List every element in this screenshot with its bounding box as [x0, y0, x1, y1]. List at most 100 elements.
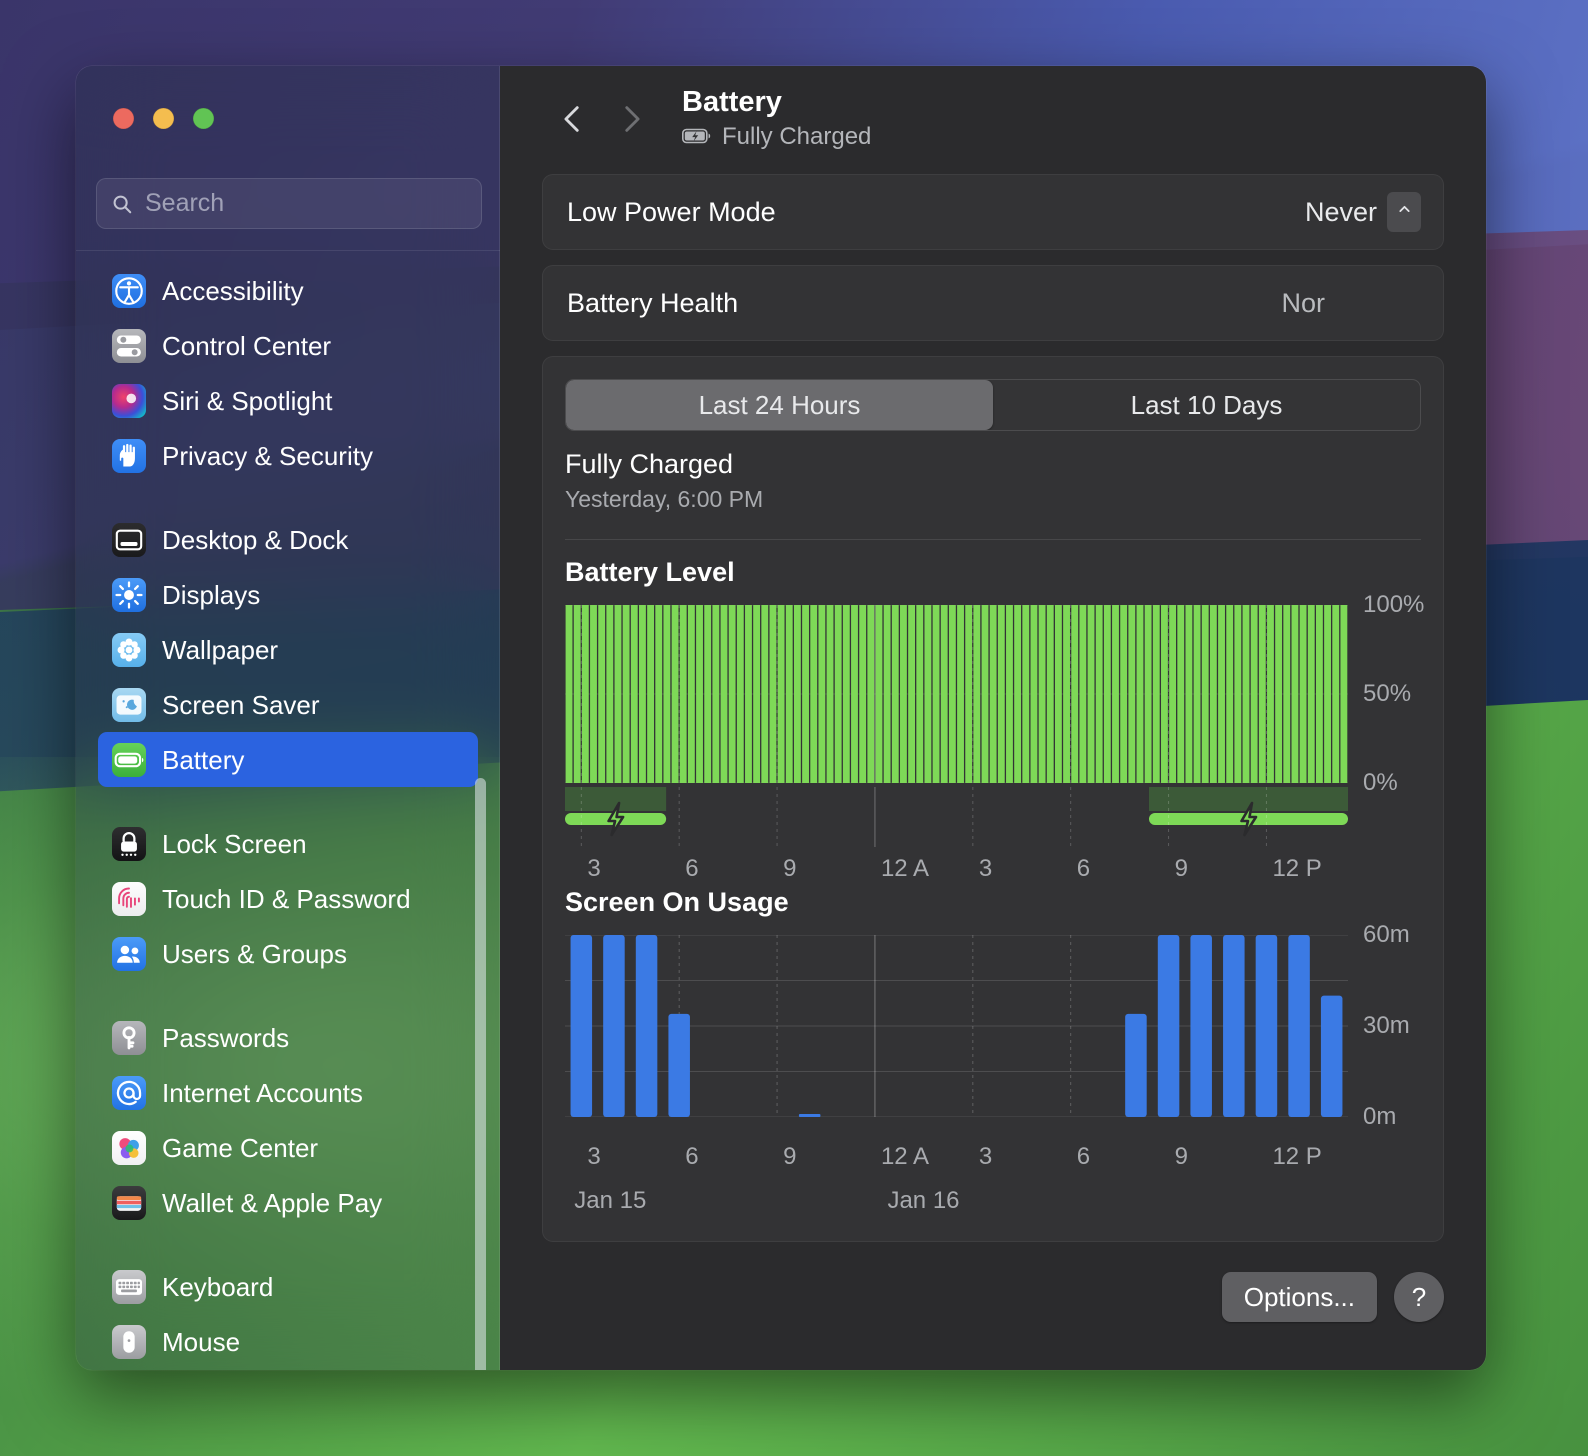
usage-range-segmented-control[interactable]: Last 24 Hours Last 10 Days [565, 379, 1421, 431]
sidebar-item-desktop-dock[interactable]: Desktop & Dock [98, 512, 478, 567]
battery-status-text: Fully Charged [722, 123, 871, 151]
screen-on-usage-svg [565, 935, 1348, 1117]
battery-usage-card: Last 24 Hours Last 10 Days Fully Charged… [542, 356, 1444, 1242]
x-axis-tick-label: 6 [685, 855, 698, 883]
sidebar-item-accessibility[interactable]: Accessibility [98, 263, 478, 318]
options-button[interactable]: Options... [1222, 1272, 1377, 1322]
sidebar-item-screen-saver[interactable]: Screen Saver [98, 677, 478, 732]
x-axis-tick-label: 3 [979, 855, 992, 883]
sidebar-item-label: Battery [162, 747, 244, 773]
battery-level-y-tick: 0% [1363, 769, 1398, 797]
x-axis-tick-label: 12 A [881, 855, 929, 883]
sidebar-item-label: Displays [162, 582, 260, 608]
chevron-updown-icon[interactable] [1387, 192, 1421, 232]
battery-charging-strip [565, 787, 1348, 847]
page-title: Battery [682, 86, 871, 119]
battery-health-row[interactable]: Battery Health Nor [543, 266, 1443, 340]
x-axis-tick-label: 6 [685, 1143, 698, 1171]
battery-level-y-tick: 100% [1363, 591, 1424, 619]
close-button[interactable] [113, 108, 134, 129]
mouse-icon [112, 1325, 146, 1359]
window-controls [113, 108, 214, 129]
battery-charging-icon [682, 123, 712, 151]
sidebar-item-passwords[interactable]: Passwords [98, 1010, 478, 1065]
sidebar-item-game-center[interactable]: Game Center [98, 1120, 478, 1175]
sidebar-item-label: Passwords [162, 1025, 289, 1051]
sidebar-item-label: Privacy & Security [162, 443, 373, 469]
accessibility-icon [112, 274, 146, 308]
page-title-group: Battery Fully Charged [682, 86, 871, 151]
forward-button[interactable] [602, 90, 660, 148]
sidebar-item-mouse[interactable]: Mouse [98, 1314, 478, 1369]
sidebar-item-siri-spotlight[interactable]: Siri & Spotlight [98, 373, 478, 428]
low-power-mode-value: Never [1305, 197, 1377, 228]
screen-on-usage-y-tick: 0m [1363, 1103, 1396, 1131]
x-axis-tick-label: 6 [1077, 1143, 1090, 1171]
sidebar-item-label: Internet Accounts [162, 1080, 363, 1106]
passwords-key-icon [112, 1021, 146, 1055]
sidebar-item-control-center[interactable]: Control Center [98, 318, 478, 373]
desktop-dock-icon [112, 523, 146, 557]
sidebar-item-label: Game Center [162, 1135, 318, 1161]
minimize-button[interactable] [153, 108, 174, 129]
sidebar-item-users-groups[interactable]: Users & Groups [98, 926, 478, 981]
zoom-button[interactable] [193, 108, 214, 129]
sidebar-item-privacy-security[interactable]: Privacy & Security [98, 428, 478, 483]
sidebar-item-lock-screen[interactable]: Lock Screen [98, 816, 478, 871]
sidebar-item-label: Lock Screen [162, 831, 307, 857]
sidebar-item-label: Control Center [162, 333, 331, 359]
battery-level-chart-plot [565, 605, 1348, 783]
low-power-mode-row[interactable]: Low Power Mode Never [543, 175, 1443, 249]
battery-health-card: Battery Health Nor [542, 265, 1444, 341]
screen-on-usage-y-axis: 0m30m60m [1363, 935, 1483, 1117]
sidebar-item-battery[interactable]: Battery [98, 732, 478, 787]
detail-header: Battery Fully Charged [500, 66, 1486, 171]
chart-date-label: Jan 16 [887, 1187, 959, 1215]
sidebar-group-gap [98, 981, 478, 1010]
tab-last-24-hours[interactable]: Last 24 Hours [566, 380, 993, 430]
sidebar-item-label: Wallpaper [162, 637, 278, 663]
sidebar-item-internet-accounts[interactable]: Internet Accounts [98, 1065, 478, 1120]
help-button[interactable]: ? [1394, 1272, 1444, 1322]
sidebar-item-touch-id-password[interactable]: Touch ID & Password [98, 871, 478, 926]
x-axis-tick-label: 9 [1175, 855, 1188, 883]
lock-screen-icon [112, 827, 146, 861]
x-axis-tick-label: 12 P [1272, 1143, 1321, 1171]
back-button[interactable] [544, 90, 602, 148]
low-power-mode-value-group[interactable]: Never [1305, 192, 1421, 232]
sidebar-nav: Accessibility Control Center Siri & Spotli… [76, 251, 500, 1370]
sidebar-item-label: Users & Groups [162, 941, 347, 967]
battery-health-value-group: Nor [1281, 288, 1421, 319]
sidebar-item-trackpad[interactable]: Trackpad [98, 1369, 478, 1370]
sidebar-item-wallet-apple-pay[interactable]: Wallet & Apple Pay [98, 1175, 478, 1230]
sidebar-list: Accessibility Control Center Siri & Spotli… [98, 263, 478, 1370]
x-axis-tick-label: 12 P [1272, 855, 1321, 883]
x-axis-tick-label: 3 [587, 1143, 600, 1171]
x-axis-tick-label: 3 [587, 855, 600, 883]
sidebar-item-displays[interactable]: Displays [98, 567, 478, 622]
users-groups-icon [112, 937, 146, 971]
x-axis-tick-label: 6 [1077, 855, 1090, 883]
sidebar-item-keyboard[interactable]: Keyboard [98, 1259, 478, 1314]
chart-date-labels: Jan 15Jan 16 [565, 1187, 1348, 1221]
sidebar-item-wallpaper[interactable]: Wallpaper [98, 622, 478, 677]
control-center-icon [112, 329, 146, 363]
sidebar: Accessibility Control Center Siri & Spotli… [76, 66, 500, 1370]
privacy-hand-icon [112, 439, 146, 473]
wallpaper-flower-icon [112, 633, 146, 667]
sidebar-group-gap [98, 787, 478, 816]
displays-brightness-icon [112, 578, 146, 612]
search-input[interactable] [145, 189, 467, 218]
screen-saver-icon [112, 688, 146, 722]
siri-icon [112, 384, 146, 418]
fully-charged-title: Fully Charged [565, 449, 763, 480]
internet-accounts-at-icon [112, 1076, 146, 1110]
low-power-mode-card: Low Power Mode Never [542, 174, 1444, 250]
sidebar-item-label: Siri & Spotlight [162, 388, 333, 414]
screen-on-usage-chart-title: Screen On Usage [565, 887, 789, 918]
wallet-icon [112, 1186, 146, 1220]
tab-last-10-days[interactable]: Last 10 Days [993, 380, 1420, 430]
search-field[interactable] [96, 178, 482, 229]
sidebar-scrollbar[interactable] [475, 778, 486, 1370]
battery-health-value: Nor [1281, 288, 1325, 319]
